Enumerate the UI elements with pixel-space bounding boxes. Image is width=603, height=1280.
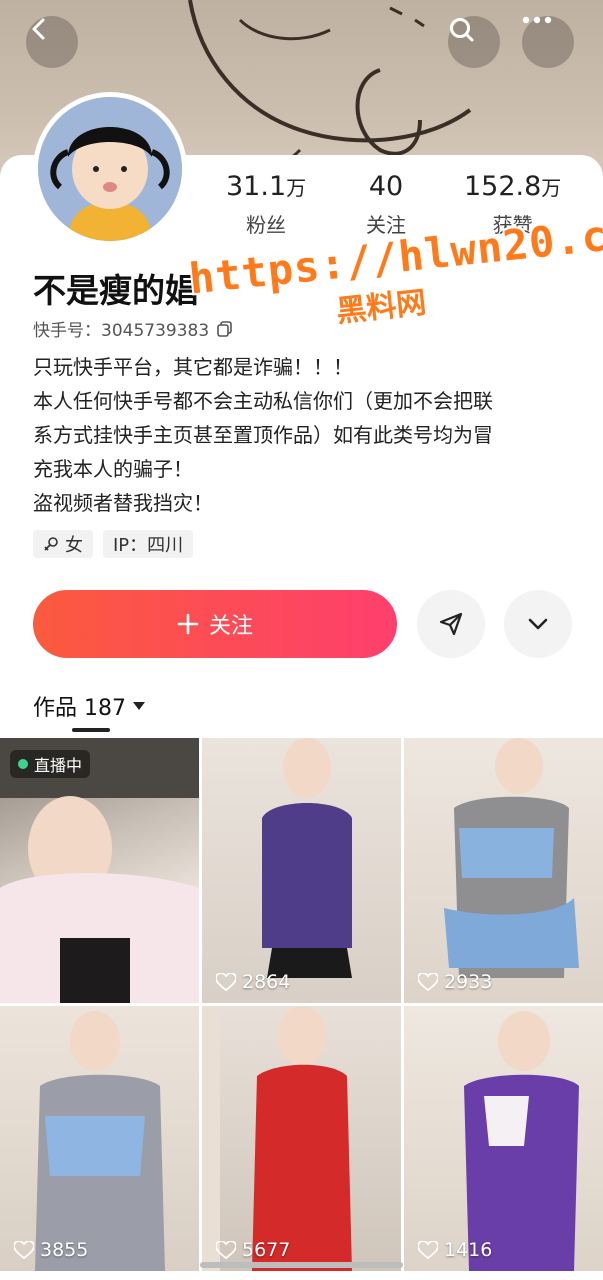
profile-bio: 只玩快手平台，其它都是诈骗！！！ 本人任何快手号都不会主动私信你们（更加不会把联… bbox=[33, 350, 583, 520]
live-text: 直播中 bbox=[34, 756, 83, 775]
bio-line: 本人任何快手号都不会主动私信你们（更加不会把联 bbox=[33, 389, 493, 413]
bio-line: 系方式挂快手主页甚至置顶作品）如有此类号均为冒 bbox=[33, 423, 493, 447]
gender-tag: 女 bbox=[33, 530, 93, 558]
ip-tag: IP：四川 bbox=[103, 530, 194, 558]
work-thumbnail bbox=[202, 1006, 352, 1271]
heart-icon bbox=[418, 1241, 438, 1259]
expand-button[interactable] bbox=[504, 590, 572, 658]
bio-line: 充我本人的骗子！ bbox=[33, 457, 193, 481]
work-likes: 1416 bbox=[418, 1239, 492, 1261]
live-badge: 直播中 bbox=[10, 750, 91, 778]
kuaishou-id-text: 快手号：3045739383 bbox=[33, 321, 210, 341]
likes-text: 2933 bbox=[444, 971, 493, 993]
profile-tags: 女 IP：四川 bbox=[33, 530, 194, 558]
works-label: 作品 187 bbox=[33, 696, 126, 721]
likes-text: 3855 bbox=[40, 1239, 89, 1261]
work-item[interactable]: 2864 bbox=[202, 738, 401, 1003]
home-indicator[interactable] bbox=[200, 1262, 403, 1268]
follow-button[interactable]: 关注 bbox=[33, 590, 397, 658]
ip-text: IP：四川 bbox=[113, 535, 184, 556]
bio-line: 盗视频者替我挡灾！ bbox=[33, 491, 213, 515]
works-grid: 直播中 2864 2933 3855 5677 1416 bbox=[0, 738, 603, 1271]
work-item[interactable]: 直播中 bbox=[0, 738, 199, 1003]
more-button[interactable] bbox=[522, 16, 574, 68]
heart-icon bbox=[418, 973, 438, 991]
work-thumbnail bbox=[444, 738, 579, 978]
gender-text: 女 bbox=[65, 535, 83, 556]
copy-icon[interactable] bbox=[217, 320, 233, 337]
likes-unit: 万 bbox=[541, 176, 562, 200]
back-button[interactable] bbox=[26, 16, 78, 68]
plus-icon bbox=[177, 613, 199, 635]
likes-text: 5677 bbox=[242, 1239, 291, 1261]
heart-icon bbox=[14, 1241, 34, 1259]
likes-text: 2864 bbox=[242, 971, 291, 993]
likes-text: 1416 bbox=[444, 1239, 493, 1261]
work-likes: 3855 bbox=[14, 1239, 88, 1261]
works-tab-indicator bbox=[72, 728, 110, 732]
work-likes: 2864 bbox=[216, 971, 290, 993]
more-dots-icon bbox=[522, 16, 552, 24]
chevron-left-icon bbox=[32, 18, 45, 40]
profile-name: 不是瘦的娼 bbox=[33, 271, 198, 310]
following-count: 40 bbox=[368, 171, 404, 202]
kuaishou-id[interactable]: 快手号：3045739383 bbox=[33, 316, 233, 341]
chevron-down-icon bbox=[528, 618, 548, 630]
stat-following[interactable]: 40 关注 bbox=[366, 170, 406, 238]
profile-page: 31.1万 粉丝 40 关注 152.8万 获赞 不是瘦的娼 快手号：30457… bbox=[0, 0, 603, 1280]
search-icon bbox=[450, 18, 474, 42]
work-thumbnail bbox=[464, 1011, 579, 1271]
work-item[interactable]: 2933 bbox=[404, 738, 603, 1003]
watermark-name: 黑料网 bbox=[334, 285, 428, 330]
work-thumbnail bbox=[262, 738, 352, 978]
likes-count: 152.8 bbox=[464, 171, 542, 202]
stat-fans[interactable]: 31.1万 粉丝 bbox=[226, 170, 306, 238]
female-icon bbox=[44, 537, 58, 551]
work-item[interactable]: 5677 bbox=[202, 1006, 401, 1271]
work-likes: 2933 bbox=[418, 971, 492, 993]
works-tab[interactable]: 作品 187 bbox=[33, 690, 146, 722]
heart-icon bbox=[216, 1241, 236, 1259]
fans-label: 粉丝 bbox=[246, 213, 287, 237]
work-item[interactable]: 1416 bbox=[404, 1006, 603, 1271]
bio-line: 只玩快手平台，其它都是诈骗！！！ bbox=[33, 355, 353, 379]
fans-count: 31.1 bbox=[226, 171, 287, 202]
heart-icon bbox=[216, 973, 236, 991]
search-button[interactable] bbox=[448, 16, 500, 68]
work-item[interactable]: 3855 bbox=[0, 1006, 199, 1271]
send-icon bbox=[439, 612, 463, 636]
share-button[interactable] bbox=[417, 590, 485, 658]
follow-label: 关注 bbox=[208, 614, 253, 639]
live-dot bbox=[18, 759, 28, 769]
caret-down-icon bbox=[133, 702, 145, 710]
work-likes: 5677 bbox=[216, 1239, 290, 1261]
fans-unit: 万 bbox=[286, 176, 307, 200]
avatar[interactable] bbox=[33, 92, 187, 246]
work-thumbnail bbox=[35, 1011, 165, 1271]
avatar-illustration bbox=[38, 97, 182, 241]
